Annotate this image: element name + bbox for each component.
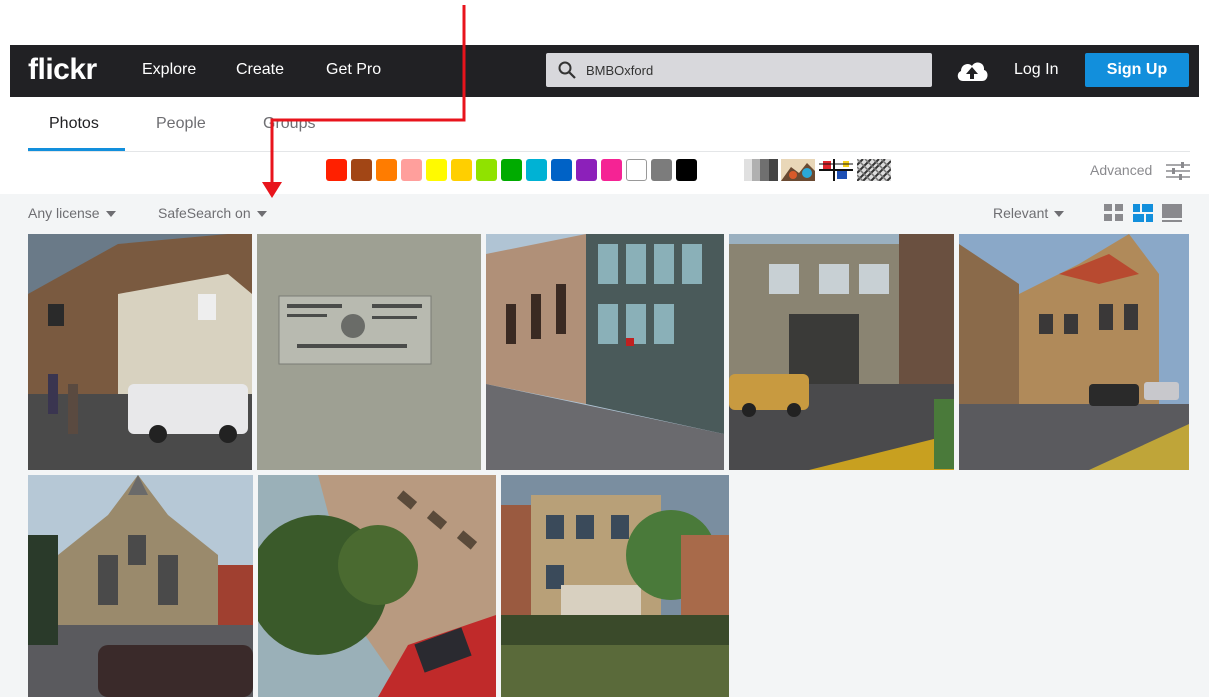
color-swatch-black[interactable] (676, 159, 697, 181)
photo-thumbnail[interactable] (257, 234, 481, 470)
color-swatch-orange[interactable] (376, 159, 397, 181)
advanced-search-link[interactable]: Advanced (1090, 162, 1152, 178)
signup-button[interactable]: Sign Up (1085, 53, 1189, 87)
color-swatch-purple[interactable] (576, 159, 597, 181)
color-swatch-yellow[interactable] (426, 159, 447, 181)
color-swatch-lime[interactable] (476, 159, 497, 181)
sort-label: Relevant (993, 205, 1049, 221)
photo-thumbnail[interactable] (258, 475, 496, 697)
photo-thumbnail[interactable] (959, 234, 1189, 470)
photo-thumbnail[interactable] (28, 475, 253, 697)
color-swatch-green[interactable] (501, 159, 522, 181)
chevron-down-icon (256, 211, 267, 218)
login-link[interactable]: Log In (1014, 61, 1058, 79)
photo-thumbnail[interactable] (501, 475, 729, 697)
color-swatch-white[interactable] (626, 159, 647, 181)
color-swatch-magenta[interactable] (601, 159, 622, 181)
chevron-down-icon (1054, 211, 1065, 218)
color-swatch-brown[interactable] (351, 159, 372, 181)
style-bw-swatch[interactable] (744, 159, 778, 181)
photo-thumbnail[interactable] (28, 234, 252, 470)
photo-thumbnail[interactable] (486, 234, 724, 470)
flickr-logo[interactable]: flickr (28, 53, 97, 87)
search-type-tabs: Photos People Groups (28, 97, 1190, 152)
color-swatch-blue[interactable] (551, 159, 572, 181)
color-swatch-red[interactable] (326, 159, 347, 181)
license-filter-label: Any license (28, 205, 100, 221)
nav-explore[interactable]: Explore (142, 61, 196, 79)
color-swatch-pink[interactable] (401, 159, 422, 181)
search-box[interactable]: BMBOxford (546, 53, 932, 87)
upload-cloud-icon[interactable] (955, 57, 989, 83)
style-shallow-dof-swatch[interactable] (781, 159, 815, 181)
safesearch-label: SafeSearch on (158, 205, 251, 221)
grid-view-icon[interactable] (1104, 204, 1124, 222)
search-icon (558, 61, 576, 79)
top-navbar: flickr Explore Create Get Pro BMBOxford … (10, 45, 1199, 97)
color-swatch-cyan[interactable] (526, 159, 547, 181)
style-patterns-swatch[interactable] (857, 159, 891, 181)
search-input[interactable]: BMBOxford (586, 63, 653, 78)
color-swatch-gray[interactable] (651, 159, 672, 181)
sort-dropdown[interactable]: Relevant (993, 205, 1065, 221)
nav-create[interactable]: Create (236, 61, 284, 79)
license-filter[interactable]: Any license (28, 205, 116, 221)
tab-groups[interactable]: Groups (263, 115, 315, 133)
chevron-down-icon (105, 211, 116, 218)
filter-sliders-icon[interactable] (1166, 162, 1190, 180)
safesearch-filter[interactable]: SafeSearch on (158, 205, 267, 221)
active-tab-indicator (28, 148, 125, 151)
nav-get-pro[interactable]: Get Pro (326, 61, 381, 79)
photo-thumbnail[interactable] (729, 234, 954, 470)
color-swatch-gold[interactable] (451, 159, 472, 181)
tab-photos[interactable]: Photos (49, 115, 99, 133)
style-minimalism-swatch[interactable] (819, 159, 853, 181)
results-area: Any license SafeSearch on Relevant (0, 194, 1209, 697)
large-view-icon[interactable] (1162, 204, 1182, 222)
justified-view-icon[interactable] (1133, 204, 1153, 222)
tab-people[interactable]: People (156, 115, 206, 133)
